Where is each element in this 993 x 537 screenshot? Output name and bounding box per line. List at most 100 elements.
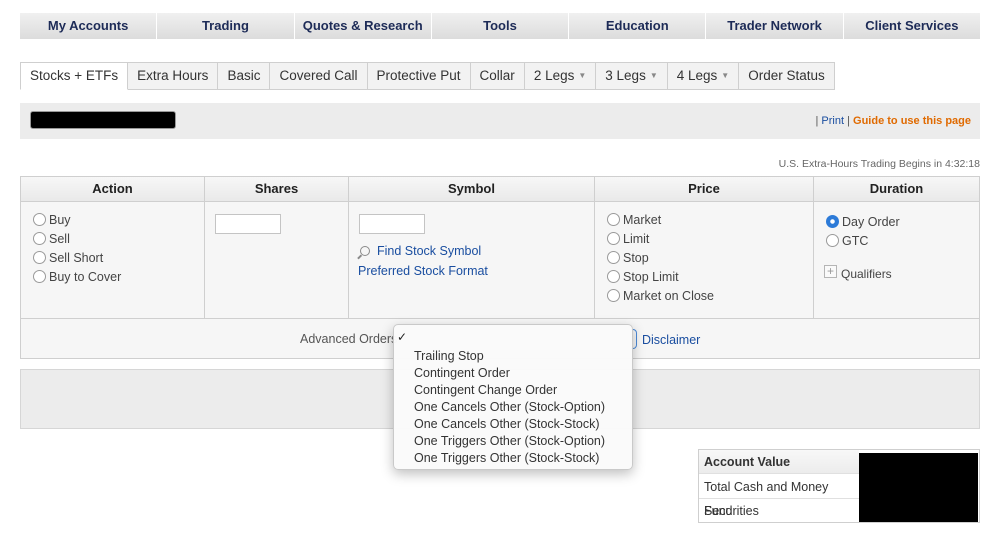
radio-label: Sell — [49, 231, 70, 246]
plus-box-icon[interactable]: + — [824, 265, 837, 278]
print-link[interactable]: Print — [821, 115, 844, 127]
tab-label: Extra Hours — [137, 68, 209, 83]
nav-trader-network[interactable]: Trader Network — [706, 13, 844, 39]
advanced-orders-dropdown: ✓ Trailing Stop Contingent Order Conting… — [393, 324, 633, 470]
action-buy-to-cover[interactable]: Buy to Cover — [33, 267, 121, 286]
nav-education[interactable]: Education — [569, 13, 707, 39]
link-separator: | — [847, 115, 850, 127]
radio-label: Stop — [623, 250, 649, 265]
account-values-redacted — [859, 453, 978, 522]
nav-client-services[interactable]: Client Services — [843, 13, 980, 39]
option-oco-stock-stock[interactable]: One Cancels Other (Stock-Stock) — [414, 417, 599, 431]
action-sell-short[interactable]: Sell Short — [33, 248, 103, 267]
qualifiers-label[interactable]: Qualifiers — [841, 267, 892, 281]
tab-extra-hours[interactable]: Extra Hours — [128, 62, 219, 90]
radio-icon[interactable] — [33, 251, 46, 264]
symbol-column: Find Stock Symbol Preferred Stock Format — [349, 202, 595, 318]
symbol-input[interactable] — [359, 214, 425, 234]
preferred-stock-format-link[interactable]: Preferred Stock Format — [358, 264, 488, 278]
nav-trading[interactable]: Trading — [157, 13, 295, 39]
option-oco-stock-option[interactable]: One Cancels Other (Stock-Option) — [414, 400, 605, 414]
radio-icon[interactable] — [826, 234, 839, 247]
tab-label: Order Status — [748, 68, 825, 83]
top-nav: My Accounts Trading Quotes & Research To… — [20, 13, 980, 39]
tab-label: 2 Legs — [533, 68, 575, 83]
radio-label: Market — [623, 212, 662, 227]
find-stock-symbol-link[interactable]: Find Stock Symbol — [360, 244, 481, 258]
tab-stocks-etfs[interactable]: Stocks + ETFs — [20, 62, 129, 90]
account-value-header: Account Value — [699, 450, 859, 474]
order-type-tabs: Stocks + ETFs Extra Hours Basic Covered … — [20, 62, 835, 90]
guide-link[interactable]: Guide to use this page — [853, 115, 971, 127]
tab-label: Stocks + ETFs — [30, 68, 119, 83]
price-stop[interactable]: Stop — [607, 248, 649, 267]
nav-quotes-research[interactable]: Quotes & Research — [294, 13, 432, 39]
shares-input[interactable] — [215, 214, 281, 234]
option-oto-stock-stock[interactable]: One Triggers Other (Stock-Stock) — [414, 451, 599, 465]
radio-icon[interactable] — [607, 213, 620, 226]
tab-4-legs[interactable]: 4 Legs ▼ — [667, 62, 740, 90]
radio-icon[interactable] — [607, 251, 620, 264]
duration-day-order[interactable]: Day Order — [826, 212, 900, 231]
price-market-on-close[interactable]: Market on Close — [607, 286, 714, 305]
tab-label: Protective Put — [376, 68, 461, 83]
radio-label: Stop Limit — [623, 269, 679, 284]
radio-label: Sell Short — [49, 250, 104, 265]
tab-order-status[interactable]: Order Status — [739, 62, 835, 90]
nav-my-accounts[interactable]: My Accounts — [20, 13, 158, 39]
caret-down-icon: ▼ — [649, 71, 658, 81]
tab-collar[interactable]: Collar — [470, 62, 525, 90]
radio-label: Day Order — [842, 214, 900, 229]
tab-label: 3 Legs — [605, 68, 646, 83]
radio-label: GTC — [842, 233, 869, 248]
radio-icon[interactable] — [607, 232, 620, 245]
account-value-box: Account Value Total Cash and Money Fund … — [698, 449, 980, 523]
radio-icon[interactable] — [607, 289, 620, 302]
nav-tools[interactable]: Tools — [431, 13, 570, 39]
tab-label: Basic — [227, 68, 261, 83]
tab-basic[interactable]: Basic — [218, 62, 271, 90]
option-contingent-change-order[interactable]: Contingent Change Order — [414, 383, 557, 397]
page-links: | Print | Guide to use this page — [816, 115, 972, 127]
option-contingent-order[interactable]: Contingent Order — [414, 366, 510, 380]
radio-label: Market on Close — [623, 288, 715, 303]
duration-column: Day Order GTC + Qualifiers — [814, 202, 979, 318]
checkmark-icon: ✓ — [397, 330, 408, 344]
extra-hours-countdown: U.S. Extra-Hours Trading Begins in 4:32:… — [778, 158, 980, 170]
tab-2-legs[interactable]: 2 Legs ▼ — [524, 62, 597, 90]
radio-icon[interactable] — [33, 270, 46, 283]
radio-icon[interactable] — [33, 232, 46, 245]
option-oto-stock-option[interactable]: One Triggers Other (Stock-Option) — [414, 434, 605, 448]
account-select-redacted[interactable] — [30, 111, 176, 129]
link-separator: | — [815, 115, 819, 127]
price-limit[interactable]: Limit — [607, 229, 649, 248]
price-stop-limit[interactable]: Stop Limit — [607, 267, 679, 286]
header-symbol: Symbol — [349, 177, 595, 202]
option-trailing-stop[interactable]: Trailing Stop — [414, 349, 484, 363]
tab-3-legs[interactable]: 3 Legs ▼ — [596, 62, 668, 90]
disclaimer-link[interactable]: Disclaimer — [642, 333, 700, 347]
duration-gtc[interactable]: GTC — [826, 231, 868, 250]
action-buy[interactable]: Buy — [33, 210, 71, 229]
caret-down-icon: ▼ — [578, 71, 587, 81]
header-duration: Duration — [814, 177, 979, 202]
tab-protective-put[interactable]: Protective Put — [367, 62, 471, 90]
price-column: Market Limit Stop Stop Limit Market on C… — [595, 202, 814, 318]
radio-label: Buy to Cover — [49, 269, 122, 284]
securities-label: Securities — [704, 504, 759, 518]
radio-label: Buy — [49, 212, 71, 227]
tab-label: Covered Call — [279, 68, 358, 83]
action-sell[interactable]: Sell — [33, 229, 70, 248]
shares-column — [205, 202, 349, 318]
price-market[interactable]: Market — [607, 210, 661, 229]
action-column: Buy Sell Sell Short Buy to Cover — [21, 202, 205, 318]
advanced-orders-label: Advanced Orders — [300, 332, 398, 346]
trade-page: My Accounts Trading Quotes & Research To… — [0, 0, 993, 537]
radio-checked-icon[interactable] — [826, 215, 839, 228]
total-cash-label: Total Cash and Money Fund — [699, 475, 859, 518]
radio-icon[interactable] — [607, 270, 620, 283]
tab-covered-call[interactable]: Covered Call — [270, 62, 368, 90]
radio-icon[interactable] — [33, 213, 46, 226]
find-symbol-label: Find Stock Symbol — [377, 244, 482, 258]
header-price: Price — [595, 177, 814, 202]
